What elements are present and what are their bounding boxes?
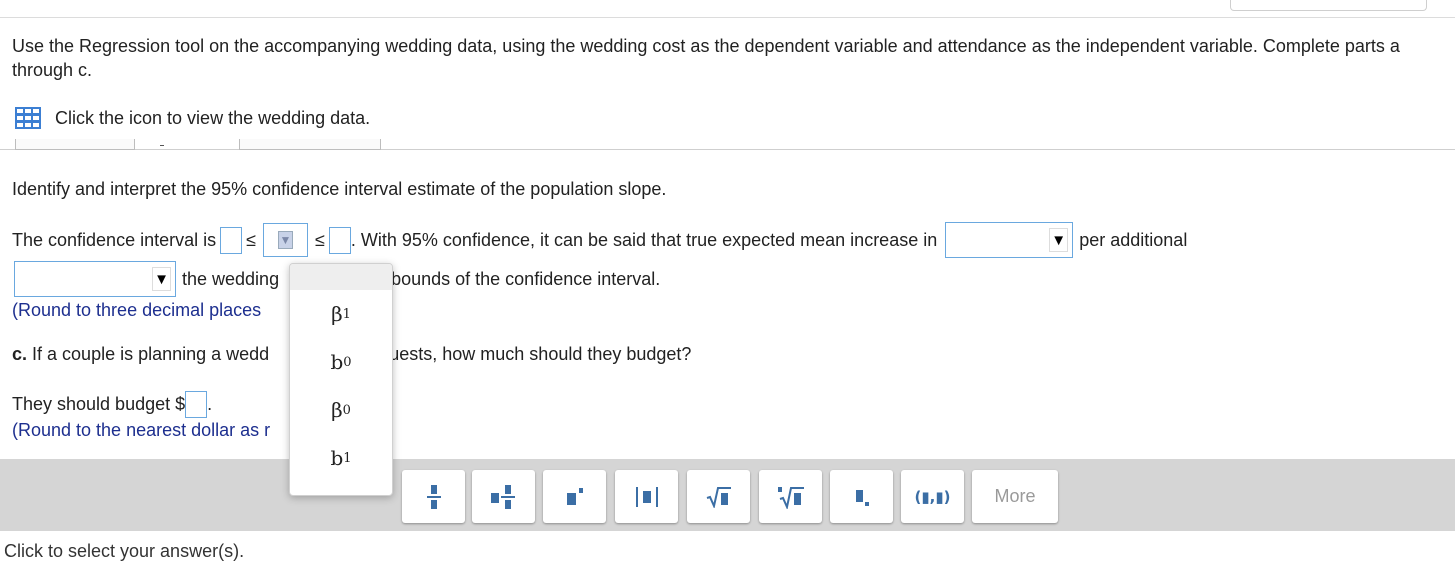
view-data-link[interactable]: Click the icon to view the wedding data. [14,106,370,130]
budget-row: They should budget $ . [12,391,212,418]
le-sign-2: ≤ [315,229,325,250]
ci-lower-bound-input[interactable] [220,226,243,254]
status-message: Click to select your answer(s). [4,541,245,561]
exponent-tool-button[interactable] [543,470,606,523]
ordered-pair-icon: (▮,▮) [914,487,951,506]
cut-off-dash [160,145,164,146]
cut-off-field-left [15,139,135,150]
fraction-tool-button[interactable] [402,470,465,523]
top-right-panel [1230,0,1427,11]
nth-root-tool-button[interactable] [759,470,822,523]
ci-upper-bound-input[interactable] [328,226,351,254]
table-grid-icon[interactable] [14,106,42,130]
mixed-number-icon [490,484,515,509]
scroll-cut-divider [0,149,1455,150]
subscript-tool-button[interactable] [830,470,893,523]
part-c-text-a: If a couple is planning a wedd [32,344,270,364]
dropdown-option-blank[interactable] [290,264,392,290]
round-dollar-hint: (Round to the nearest dollar as r [12,420,271,440]
ci-lead-text: The confidence interval is [12,229,217,250]
part-c-text-b: guests, how much should they budget? [379,344,692,364]
ci-middle-text: . With 95% confidence, it can be said th… [350,229,938,250]
fraction-icon [426,484,441,509]
parameter-dropdown[interactable]: ▼ [263,223,308,257]
cut-off-field-right [239,139,381,150]
ci-line2-text-a: the wedding [182,268,280,289]
per-additional-dropdown[interactable]: ▼ [14,261,176,297]
absolute-value-tool-button[interactable] [615,470,678,523]
ordered-pair-tool-button[interactable]: (▮,▮) [901,470,964,523]
dropdown-arrow-icon[interactable]: ▼ [152,267,171,291]
square-root-icon [706,486,731,508]
le-sign-1: ≤ [246,229,256,250]
nth-root-icon [777,486,804,509]
mixed-number-tool-button[interactable] [472,470,535,523]
absolute-value-icon [635,486,658,507]
dropdown-arrow-icon[interactable]: ▼ [1049,228,1069,252]
view-data-label[interactable]: Click the icon to view the wedding data. [55,108,370,129]
dropdown-arrow-icon[interactable]: ▼ [278,231,293,249]
square-root-tool-button[interactable] [687,470,750,523]
ci-line2-text-b: bounds of the confidence interval. [391,268,661,289]
ci-tail-text: per additional [1079,229,1188,250]
budget-text: They should budget $ [12,394,186,414]
part-c-label: c. [12,344,28,364]
instructions-text: Use the Regression tool on the accompany… [12,36,1400,80]
dropdown-option-beta1[interactable]: β1 [290,290,392,338]
more-tools-button[interactable]: More [972,470,1058,523]
parameter-dropdown-menu: β1 b0 β0 b1 [289,263,393,496]
dropdown-option-b1[interactable]: b1 [290,434,392,482]
dropdown-option-b0[interactable]: b0 [290,338,392,386]
exponent-icon [566,487,583,505]
top-divider [0,17,1455,18]
subscript-icon [855,489,869,506]
part-b-question: Identify and interpret the 95% confidenc… [12,179,667,199]
ci-sentence-row: The confidence interval is ≤ ▼ ≤ . With … [12,221,1187,259]
round-three-decimals-hint: (Round to three decimal places [12,300,262,320]
dropdown-option-beta0[interactable]: β0 [290,386,392,434]
budget-period: . [207,394,213,414]
mean-increase-dropdown[interactable]: ▼ [945,222,1074,258]
budget-input[interactable] [185,391,208,418]
